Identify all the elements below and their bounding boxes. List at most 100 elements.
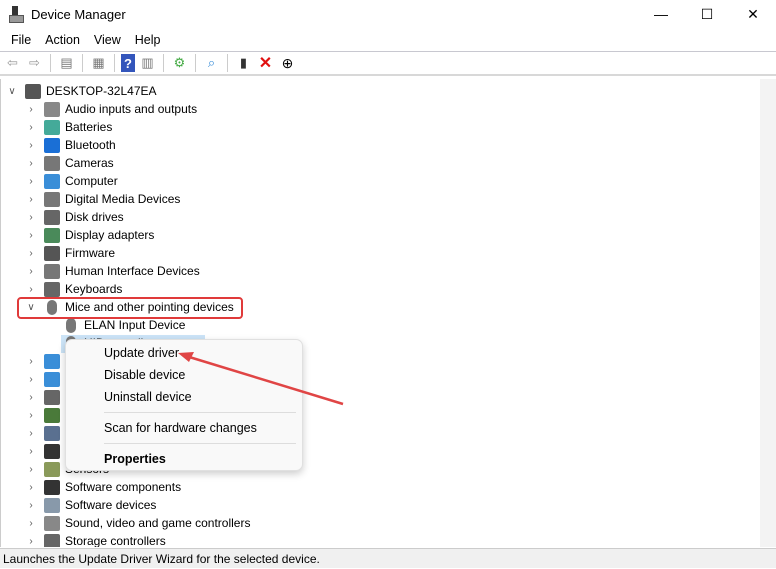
menu-file[interactable]: File (4, 33, 38, 47)
tree-item-label: Software devices (65, 498, 157, 512)
chevron-right-icon[interactable]: › (24, 356, 38, 367)
menu-bar: File Action View Help (0, 29, 168, 51)
tree-category[interactable]: › Cameras (24, 154, 114, 172)
device-manager-icon (9, 6, 24, 23)
back-icon[interactable]: ⇦ (3, 54, 22, 72)
tree-item-label: Audio inputs and outputs (65, 102, 198, 116)
tree-category[interactable]: › Human Interface Devices (24, 262, 200, 280)
tree-item-label: Software components (65, 480, 182, 494)
category-icon (44, 479, 60, 495)
chevron-right-icon[interactable]: › (24, 518, 38, 529)
action-pane-icon[interactable]: ▥ (138, 54, 157, 72)
chevron-right-icon[interactable]: › (24, 248, 38, 259)
menu-properties[interactable]: Properties (104, 452, 166, 466)
category-icon (44, 209, 60, 225)
tree-category[interactable]: › Software devices (24, 496, 156, 514)
chevron-right-icon[interactable]: › (24, 176, 38, 187)
properties-icon[interactable]: ▦ (89, 54, 108, 72)
tree-category[interactable]: › Computer (24, 172, 118, 190)
chevron-right-icon[interactable]: › (24, 140, 38, 151)
show-hide-console-tree-icon[interactable]: ▤ (57, 54, 76, 72)
tree-category[interactable]: › Display adapters (24, 226, 154, 244)
category-icon (44, 533, 60, 547)
chevron-right-icon[interactable]: › (24, 212, 38, 223)
category-icon (44, 371, 60, 387)
separator (114, 54, 115, 72)
tree-category[interactable]: › Batteries (24, 118, 112, 136)
chevron-right-icon[interactable]: › (24, 266, 38, 277)
tree-item-label: Disk drives (65, 210, 124, 224)
tree-item-label: Batteries (65, 120, 113, 134)
tree-item-label: Display adapters (65, 228, 155, 242)
tree-category[interactable]: › Keyboards (24, 280, 122, 298)
chevron-right-icon[interactable]: › (24, 230, 38, 241)
chevron-down-icon[interactable]: ∨ (5, 86, 19, 97)
menu-scan-hardware[interactable]: Scan for hardware changes (104, 421, 257, 435)
tree-item-label: Storage controllers (65, 534, 166, 547)
update-driver-icon[interactable]: ⚙ (170, 54, 189, 72)
category-icon (44, 227, 60, 243)
menu-help[interactable]: Help (128, 33, 168, 47)
help-icon[interactable]: ? (121, 54, 135, 72)
forward-icon[interactable]: ⇨ (25, 54, 44, 72)
chevron-right-icon[interactable]: › (24, 104, 38, 115)
tree-item-label: Computer (65, 174, 118, 188)
category-icon (44, 173, 60, 189)
tree-root-computer[interactable]: ∨ DESKTOP-32L47EA (5, 82, 157, 100)
toolbar: ⇦ ⇨ ▤ ▦ ? ▥ ⚙ ⌕ ▮ ✕ ⊕ (0, 51, 776, 76)
title-bar: Device Manager — ☐ ✕ (0, 0, 776, 28)
uninstall-icon[interactable]: ✕ (256, 54, 275, 72)
menu-action[interactable]: Action (38, 33, 87, 47)
separator (104, 412, 296, 413)
tree-item-label: Digital Media Devices (65, 192, 181, 206)
separator (227, 54, 228, 72)
tree-category[interactable]: › Sound, video and game controllers (24, 514, 250, 532)
chevron-right-icon[interactable]: › (24, 482, 38, 493)
tree-item-label: Cameras (65, 156, 114, 170)
chevron-right-icon[interactable]: › (24, 428, 38, 439)
root-computer-icon (25, 83, 41, 99)
tree-category[interactable]: › Audio inputs and outputs (24, 100, 197, 118)
vertical-scrollbar[interactable] (760, 79, 776, 547)
tree-item-label: Human Interface Devices (65, 264, 200, 278)
menu-update-driver[interactable]: Update driver (104, 346, 179, 360)
scan-hardware-icon[interactable]: ⌕ (202, 54, 221, 72)
minimize-button[interactable]: — (638, 0, 684, 28)
chevron-right-icon[interactable]: › (24, 410, 38, 421)
menu-view[interactable]: View (87, 33, 128, 47)
disable-icon[interactable]: ⊕ (278, 54, 297, 72)
window-title: Device Manager (31, 6, 126, 22)
menu-disable-device[interactable]: Disable device (104, 368, 185, 382)
chevron-right-icon[interactable]: › (24, 122, 38, 133)
tree-category[interactable]: › Firmware (24, 244, 115, 262)
separator (104, 443, 296, 444)
category-icon (44, 461, 60, 477)
chevron-right-icon[interactable]: › (24, 284, 38, 295)
category-icon (44, 515, 60, 531)
menu-uninstall-device[interactable]: Uninstall device (104, 390, 192, 404)
tree-category[interactable]: › Disk drives (24, 208, 124, 226)
chevron-right-icon[interactable]: › (24, 446, 38, 457)
chevron-right-icon[interactable]: › (24, 392, 38, 403)
maximize-button[interactable]: ☐ (684, 0, 730, 28)
tree-category[interactable]: › Software components (24, 478, 181, 496)
chevron-right-icon[interactable]: › (24, 374, 38, 385)
category-icon (44, 407, 60, 423)
category-icon (44, 389, 60, 405)
tree-category[interactable]: › Digital Media Devices (24, 190, 180, 208)
tree-item-label: Keyboards (65, 282, 123, 296)
tree-category[interactable]: › Bluetooth (24, 136, 116, 154)
separator (195, 54, 196, 72)
enable-device-icon[interactable]: ▮ (234, 54, 253, 72)
category-icon (44, 281, 60, 297)
category-icon (44, 155, 60, 171)
tree-category[interactable]: › Storage controllers (24, 532, 166, 547)
chevron-right-icon[interactable]: › (24, 536, 38, 547)
chevron-right-icon[interactable]: › (24, 500, 38, 511)
chevron-right-icon[interactable]: › (24, 464, 38, 475)
chevron-right-icon[interactable]: › (24, 158, 38, 169)
close-button[interactable]: ✕ (730, 0, 776, 28)
category-icon (44, 137, 60, 153)
category-icon (44, 245, 60, 261)
chevron-right-icon[interactable]: › (24, 194, 38, 205)
